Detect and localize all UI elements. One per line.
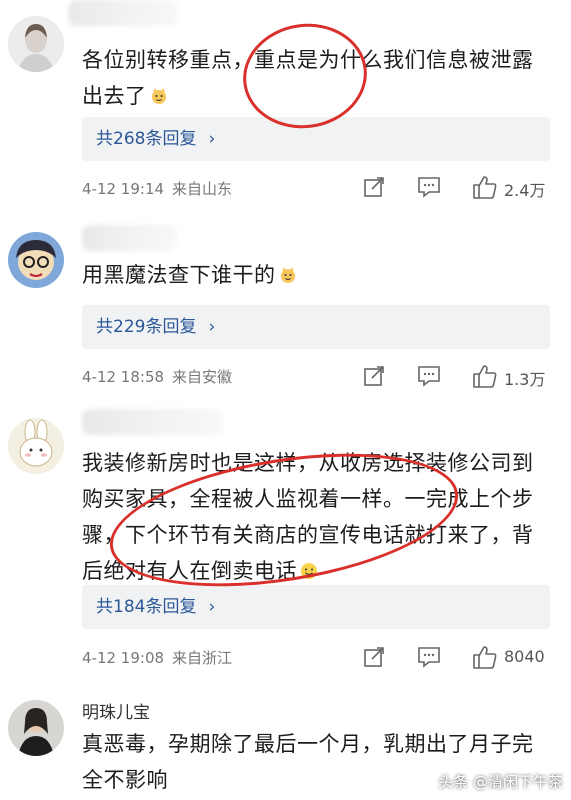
avatar-image	[8, 16, 64, 72]
share-icon[interactable]	[363, 646, 385, 668]
comment-text: 我装修新房时也是这样，从收房选择装修公司到 购买家具，全程被人监视着一样。一完成…	[82, 451, 534, 583]
avatar[interactable]	[8, 700, 64, 756]
comment-meta: 4-12 19:08 来自浙江	[82, 647, 232, 668]
comment-actions: 2.4万	[360, 173, 560, 203]
share-icon[interactable]	[363, 176, 385, 198]
comment-actions: 1.3万	[360, 362, 560, 392]
avatar[interactable]	[8, 232, 64, 288]
chevron-right-icon: ›	[208, 597, 216, 617]
thumbs-up-icon[interactable]	[472, 644, 498, 670]
comment-2: 用黑魔法查下谁干的 共229条回复 › 4-12 18:58 来自安徽 1.3万	[0, 215, 571, 405]
comment-icon[interactable]	[417, 646, 441, 668]
watermark: 头条 @清闲下午茶	[438, 773, 563, 791]
avatar-image	[8, 232, 64, 288]
chevron-right-icon: ›	[208, 129, 216, 149]
avatar-image	[8, 700, 64, 756]
smile-emoji-icon	[301, 563, 317, 579]
comment-icon[interactable]	[417, 176, 441, 198]
view-replies-button[interactable]: 共184条回复 ›	[82, 585, 550, 629]
comment-icon[interactable]	[417, 365, 441, 387]
view-replies-button[interactable]: 共229条回复 ›	[82, 305, 550, 349]
like-count: 2.4万	[504, 181, 546, 200]
blurred-username	[68, 0, 178, 26]
timestamp: 4-12 19:14	[82, 180, 165, 198]
comment-text: 各位别转移重点，重点是为什么我们信息被泄露 出去了	[82, 48, 534, 108]
timestamp: 4-12 19:08	[82, 649, 165, 667]
cat-emoji-icon	[280, 267, 295, 283]
blurred-username	[82, 225, 177, 251]
comment-3: 我装修新房时也是这样，从收房选择装修公司到 购买家具，全程被人监视着一样。一完成…	[0, 405, 571, 687]
like-count: 1.3万	[504, 370, 546, 389]
cat-emoji-icon	[151, 88, 166, 104]
location: 来自安徽	[172, 368, 233, 386]
comment-text: 用黑魔法查下谁干的	[82, 257, 552, 293]
comment-actions: 8040	[360, 643, 560, 673]
username[interactable]: 明珠儿宝	[82, 698, 150, 723]
chevron-right-icon: ›	[208, 317, 216, 337]
avatar-image	[8, 418, 64, 474]
blurred-username	[82, 409, 222, 435]
timestamp: 4-12 18:58	[82, 368, 165, 386]
location: 来自山东	[172, 180, 233, 198]
thumbs-up-icon[interactable]	[472, 174, 498, 200]
comment-meta: 4-12 18:58 来自安徽	[82, 366, 232, 387]
comment-meta: 4-12 19:14 来自山东	[82, 178, 232, 199]
like-count: 8040	[504, 647, 545, 666]
comment-1: 各位别转移重点，重点是为什么我们信息被泄露 出去了 共268条回复 › 4-12 …	[0, 0, 571, 215]
thumbs-up-icon[interactable]	[472, 363, 498, 389]
avatar[interactable]	[8, 16, 64, 72]
location: 来自浙江	[172, 649, 233, 667]
view-replies-button[interactable]: 共268条回复 ›	[82, 117, 550, 161]
avatar[interactable]	[8, 418, 64, 474]
share-icon[interactable]	[363, 365, 385, 387]
